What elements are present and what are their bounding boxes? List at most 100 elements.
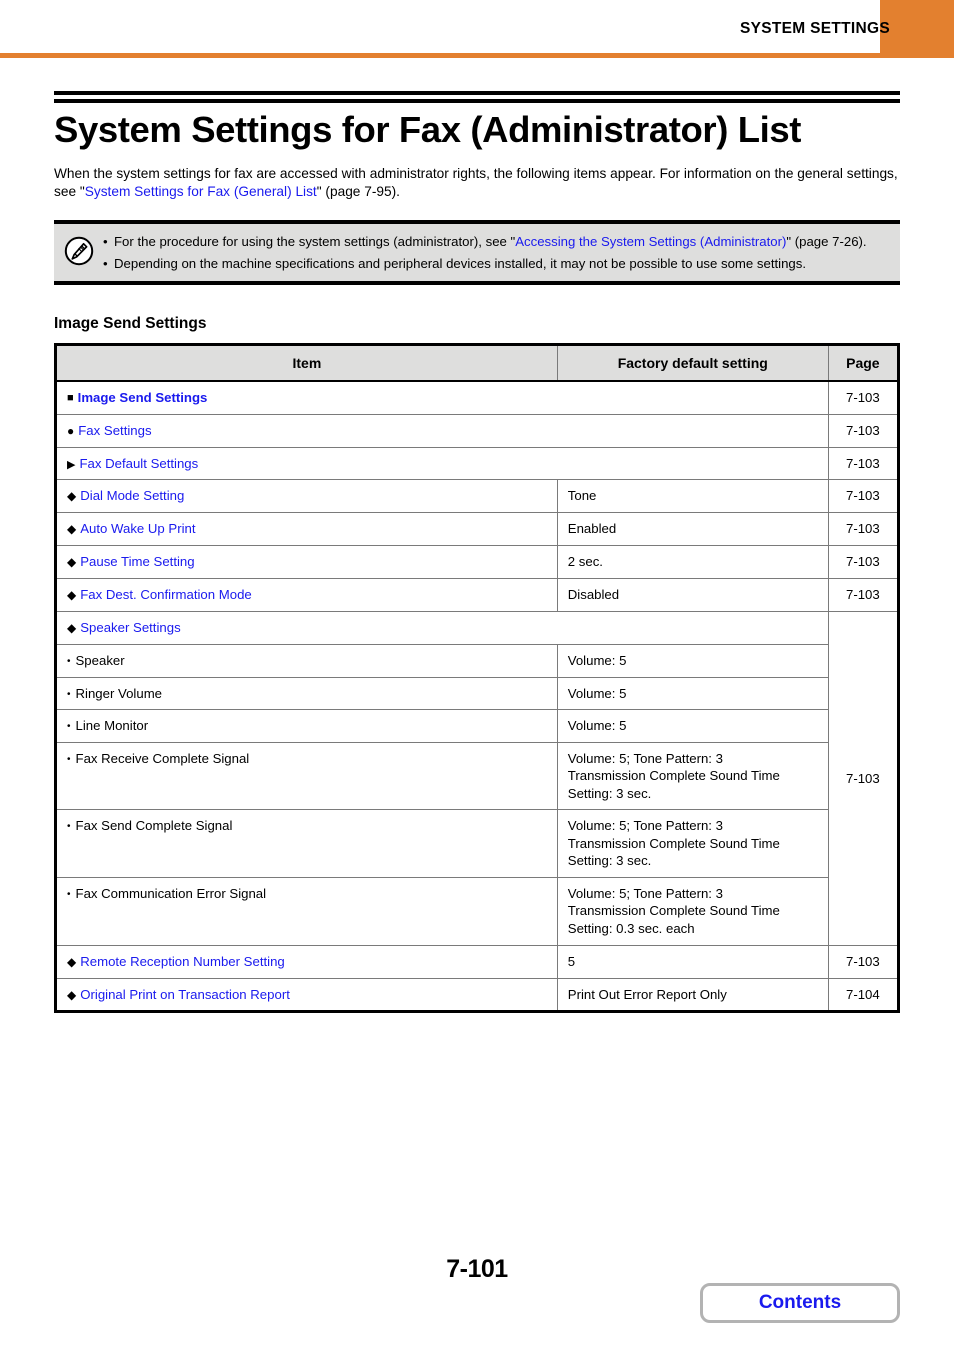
table-row: ◆ Auto Wake Up Print Enabled 7-103	[55, 512, 900, 547]
table-item-label: Ringer Volume	[75, 685, 163, 701]
table-cell-default: Enabled	[556, 512, 829, 547]
table-row: • Fax Receive Complete Signal Volume: 5; T…	[55, 741, 899, 811]
table-cell-default: Tone	[556, 479, 829, 514]
table-row: • Fax Send Complete Signal Volume: 5; Tone…	[55, 809, 899, 878]
marker-dot-icon: •	[67, 656, 71, 668]
table-cell-page[interactable]: 7-103	[827, 479, 900, 514]
note-text-before: For the procedure for using the system s…	[114, 234, 516, 250]
note-item-text: Depending on the machine specifications …	[114, 255, 807, 271]
page-number: 7-101	[446, 1255, 508, 1283]
table-item-label: Line Monitor	[75, 718, 149, 734]
note-item-text: For the procedure for using the system s…	[114, 233, 890, 251]
table-cell-default: Volume: 5; Tone Pattern: 3 Transmission C…	[556, 741, 829, 811]
column-header-page: Page	[827, 344, 900, 383]
marker-sq-icon: ■	[67, 392, 74, 405]
marker-dia-icon: ◆	[67, 555, 77, 570]
table-cell-default: Volume: 5	[556, 676, 829, 711]
section-heading: Image Send Settings	[54, 315, 207, 333]
table-cell-item: • Speaker	[55, 644, 558, 678]
table-cell-page[interactable]: 7-103	[827, 944, 900, 979]
intro-paragraph: When the system settings for fax are acc…	[54, 165, 900, 201]
accessing-settings-link[interactable]: Accessing the System Settings (Administr…	[515, 234, 786, 249]
table-item-label[interactable]: Fax Default Settings	[79, 456, 198, 471]
page-title: System Settings for Fax (Administrator) …	[54, 109, 801, 150]
table-row: ● Fax Settings 7-103	[55, 413, 900, 448]
title-rule-bottom	[54, 99, 900, 103]
table-cell-item: • Line Monitor	[55, 709, 558, 743]
table-row: ▶ Fax Default Settings 7-103	[55, 446, 900, 481]
marker-dot-icon: •	[67, 821, 71, 833]
table-cell-item: ◆ Remote Reception Number Setting	[55, 944, 558, 979]
table-cell-item: • Fax Receive Complete Signal	[55, 741, 558, 811]
page-header: SYSTEM SETTINGS	[0, 0, 954, 58]
table-row: • Speaker Volume: 5	[55, 644, 899, 678]
table-header-row: Item Factory default setting Page	[55, 344, 900, 383]
marker-dia-icon: ◆	[67, 621, 77, 636]
intro-text-after: " (page 7-95).	[316, 183, 400, 199]
marker-tri-icon: ▶	[67, 458, 76, 471]
table-cell-page[interactable]: 7-103	[827, 446, 900, 481]
table-cell-item: ◆ Auto Wake Up Print	[55, 512, 558, 547]
table-cell-item: ■ Image Send Settings	[55, 380, 829, 415]
note-bullet-icon: •	[103, 234, 108, 250]
table-item-label[interactable]: Pause Time Setting	[80, 554, 194, 569]
table-row: ◆ Pause Time Setting 2 sec. 7-103	[55, 545, 900, 580]
table-item-label[interactable]: Dial Mode Setting	[80, 488, 184, 503]
table-cell-page[interactable]: 7-103	[827, 380, 900, 415]
table-item-label[interactable]: Original Print on Transaction Report	[80, 987, 290, 1002]
note-box: • For the procedure for using the system…	[54, 220, 900, 286]
table-row: ◆ Fax Dest. Confirmation Mode Disabled 7-10…	[55, 578, 900, 613]
table-cell-default: Disabled	[556, 578, 829, 613]
table-row: • Fax Communication Error Signal Volume: 5…	[55, 876, 899, 946]
page-footer: 7-101 Contents	[0, 1255, 954, 1350]
table-item-label: Fax Send Complete Signal	[75, 818, 233, 834]
header-title: SYSTEM SETTINGS	[739, 20, 890, 37]
table-cell-default: Volume: 5	[556, 644, 829, 678]
table-row: ◆ Original Print on Transaction Report Pri…	[55, 977, 900, 1013]
table-cell-default: Volume: 5; Tone Pattern: 3 Transmission C…	[556, 876, 829, 946]
table-cell-page[interactable]: 7-103	[827, 512, 900, 547]
table-item-label[interactable]: Auto Wake Up Print	[80, 521, 195, 536]
note-item: • Depending on the machine specification…	[103, 255, 890, 273]
table-cell-page[interactable]: 7-103	[827, 413, 900, 448]
table-item-label[interactable]: Fax Settings	[78, 423, 151, 438]
note-list: • For the procedure for using the system…	[103, 233, 890, 272]
table-cell-item: ▶ Fax Default Settings	[55, 446, 829, 481]
table-cell-item: ● Fax Settings	[55, 413, 829, 448]
table-item-label: Speaker	[75, 653, 125, 669]
table-item-label[interactable]: Image Send Settings	[78, 390, 208, 405]
marker-dia-icon: ◆	[67, 588, 77, 603]
table-row: • Ringer Volume Volume: 5	[55, 676, 899, 711]
note-item: • For the procedure for using the system…	[103, 233, 890, 251]
table-cell-default: Print Out Error Report Only	[556, 977, 829, 1013]
table-row: ■ Image Send Settings 7-103	[55, 380, 900, 415]
table-cell-default: 2 sec.	[556, 545, 829, 580]
table-cell-item: • Fax Send Complete Signal	[55, 809, 558, 878]
column-header-item: Item	[55, 344, 558, 383]
table-cell-item: • Fax Communication Error Signal	[55, 876, 558, 946]
note-pencil-icon	[64, 236, 94, 266]
table-item-label: Fax Communication Error Signal	[75, 885, 267, 901]
table-cell-page[interactable]: 7-103	[827, 578, 900, 613]
table-item-label: Fax Receive Complete Signal	[75, 750, 250, 766]
general-list-link[interactable]: System Settings for Fax (General) List	[85, 184, 317, 199]
table-cell-item: ◆ Speaker Settings	[55, 611, 829, 646]
marker-dia-icon: ◆	[67, 987, 77, 1002]
table-cell-page[interactable]: 7-104	[827, 977, 900, 1013]
table-body: ■ Image Send Settings 7-103 ● Fax Settings 7-…	[55, 380, 900, 1013]
table-cell-page[interactable]: 7-103	[827, 545, 900, 580]
table-item-label[interactable]: Speaker Settings	[80, 620, 180, 635]
table-cell-page[interactable]: 7-103	[827, 611, 900, 946]
note-text-after: " (page 7-26).	[786, 234, 867, 250]
note-bullet-icon: •	[103, 255, 108, 271]
contents-button[interactable]: Contents	[700, 1283, 900, 1323]
title-rules	[54, 91, 900, 103]
table-cell-default: Volume: 5	[556, 709, 829, 743]
table-cell-item: • Ringer Volume	[55, 676, 558, 711]
table-item-label[interactable]: Fax Dest. Confirmation Mode	[80, 587, 252, 602]
table-row: ◆ Dial Mode Setting Tone 7-103	[55, 479, 900, 514]
table-cell-item: ◆ Pause Time Setting	[55, 545, 558, 580]
marker-dot-icon: •	[67, 721, 71, 733]
table-item-label[interactable]: Remote Reception Number Setting	[80, 954, 285, 969]
marker-dia-icon: ◆	[67, 522, 77, 537]
